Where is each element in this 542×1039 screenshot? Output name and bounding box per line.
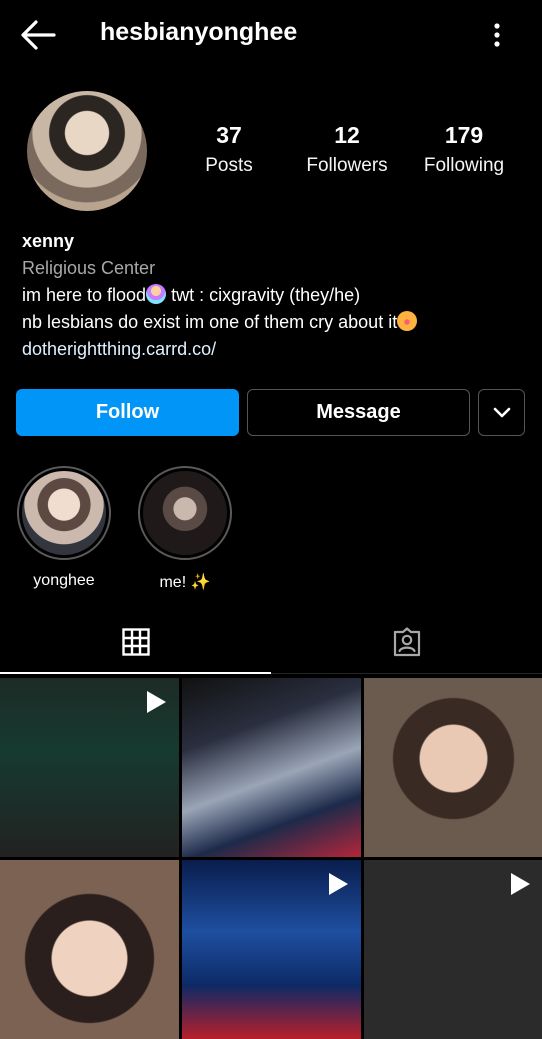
profile-link[interactable]: dotherightthing.carrd.co/ [22,336,522,363]
highlight-yonghee[interactable]: yonghee [17,466,111,590]
message-button[interactable]: Message [247,389,470,436]
arrow-left-icon[interactable] [18,18,58,52]
display-name: xenny [22,231,75,251]
bio-line-1-end: twt : cixgravity (they/he) [166,285,361,305]
tagged-icon [393,627,420,657]
following-label: Following [423,155,505,176]
reel-play-icon [511,873,530,895]
following-count[interactable]: 179 Following [404,122,524,177]
profile-category: Religious Center [22,258,156,278]
grid-icon [121,628,150,656]
highlight-label: yonghee [33,572,95,589]
post-thumbnail[interactable] [182,678,361,857]
post-thumbnail[interactable] [364,678,542,857]
posts-label: Posts [205,155,253,176]
suggested-dropdown-button[interactable] [478,389,525,436]
profile-bio: xenny Religious Center im here to flood … [22,228,522,363]
highlight-ring [17,466,111,560]
followers-count[interactable]: 12 Followers [287,122,407,177]
reel-play-icon [147,691,166,713]
tab-divider [271,673,542,674]
post-thumbnail[interactable] [0,860,179,1039]
active-tab-indicator [0,672,271,674]
highlight-cover [22,471,106,555]
profile-avatar[interactable] [27,91,147,211]
follow-button[interactable]: Follow [16,389,239,436]
bio-line-2-text: nb lesbians do exist im one of them cry … [22,312,398,332]
followers-label: Followers [306,155,388,176]
highlight-ring [138,466,232,560]
following-value: 179 [444,122,484,148]
post-thumbnail[interactable] [182,860,361,1039]
profile-username: hesbianyonghee [100,18,298,46]
profile-tabs [0,612,542,674]
post-thumbnail[interactable] [0,678,179,857]
posts-count[interactable]: 37 Posts [169,122,289,177]
tab-posts-grid[interactable] [0,612,271,672]
fairy-emoji-icon [146,284,167,304]
post-thumbnail[interactable] [364,860,542,1039]
top-bar: hesbianyonghee [0,0,542,72]
highlight-me[interactable]: me! ✨ [138,466,232,592]
more-vertical-icon[interactable] [484,20,510,50]
followers-value: 12 [334,122,360,148]
bio-line-2: nb lesbians do exist im one of them cry … [22,309,522,336]
highlight-label: me! ✨ [159,574,211,591]
tab-tagged[interactable] [271,612,542,672]
posts-value: 37 [216,122,242,148]
bio-line-1: im here to flood twt : cixgravity (they/… [22,282,522,309]
heart-eyes-cat-emoji-icon [397,311,418,331]
highlight-cover [143,471,227,555]
bio-line-1-start: im here to flood [22,285,147,305]
chevron-down-icon [493,407,510,417]
reel-play-icon [329,873,348,895]
